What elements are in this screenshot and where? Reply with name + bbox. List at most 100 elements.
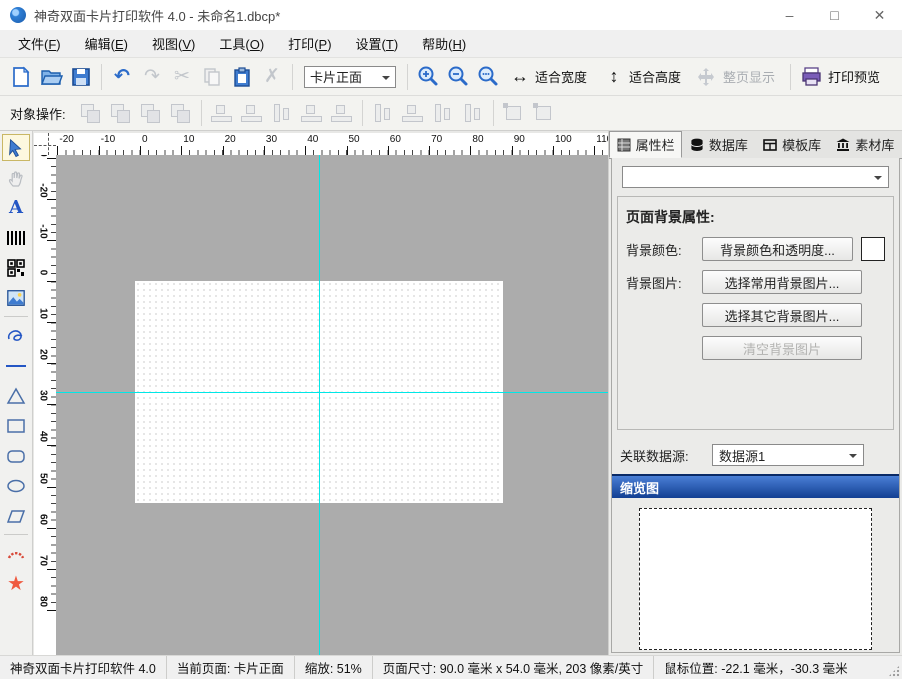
ruler-label: 50 bbox=[38, 467, 49, 489]
new-file-button[interactable] bbox=[6, 62, 36, 92]
distribute-icon bbox=[460, 101, 486, 125]
ruler-label: 80 bbox=[38, 590, 49, 612]
triangle-tool[interactable] bbox=[2, 382, 30, 409]
datasource-value: 数据源1 bbox=[719, 446, 765, 465]
tab-properties[interactable]: 属性栏 bbox=[609, 131, 682, 158]
ruler-label: 10 bbox=[183, 134, 194, 145]
ruler-label: 100 bbox=[555, 134, 572, 145]
menu-item[interactable]: 编辑(E) bbox=[73, 30, 140, 57]
status-segment: 鼠标位置: -22.1 毫米，-30.3 毫米 bbox=[654, 656, 857, 679]
title-bar: 神奇双面卡片打印软件 4.0 - 未命名1.dbcp* – □ ✕ bbox=[0, 0, 902, 30]
toolbar-separator bbox=[101, 64, 102, 90]
page-selector[interactable]: 卡片正面 bbox=[304, 66, 396, 88]
parallelogram-tool[interactable] bbox=[2, 502, 30, 529]
ruler-label: 60 bbox=[390, 134, 401, 145]
ruler-label: 60 bbox=[38, 508, 49, 530]
background-image-label: 背景图片: bbox=[626, 273, 702, 292]
text-tool[interactable]: A bbox=[2, 194, 30, 221]
same-height-icon bbox=[400, 101, 426, 125]
properties-panel: 页面背景属性: 背景颜色: 背景颜色和透明度... 背景图片: 选择常用背景图片… bbox=[611, 158, 900, 653]
minimize-button[interactable]: – bbox=[767, 0, 812, 30]
tab-templates[interactable]: 模板库 bbox=[756, 131, 829, 158]
background-color-row: 背景颜色: 背景颜色和透明度... bbox=[626, 237, 885, 261]
qrcode-tool[interactable] bbox=[2, 254, 30, 281]
maximize-button[interactable]: □ bbox=[812, 0, 857, 30]
menu-item[interactable]: 打印(P) bbox=[276, 30, 343, 57]
vertical-center-guide bbox=[319, 155, 320, 655]
select-tool[interactable] bbox=[2, 134, 30, 161]
star-tool[interactable]: ★ bbox=[2, 570, 30, 597]
undo-button[interactable]: ↶ bbox=[107, 62, 137, 92]
select-common-bg-button[interactable]: 选择常用背景图片... bbox=[702, 270, 862, 294]
fit-width-label[interactable]: 适合宽度 bbox=[535, 67, 587, 86]
undo-icon: ↶ bbox=[114, 67, 130, 86]
toolbar-separator bbox=[790, 64, 791, 90]
background-color-button[interactable]: 背景颜色和透明度... bbox=[702, 237, 853, 261]
fit-height-icon: ↕ bbox=[610, 66, 619, 87]
print-preview-label[interactable]: 打印预览 bbox=[828, 67, 880, 86]
ruler-tick bbox=[429, 146, 430, 155]
zoom-out-button[interactable] bbox=[443, 62, 473, 92]
same-size-icon bbox=[430, 101, 456, 125]
workspace: A bbox=[0, 131, 902, 655]
paste-button[interactable] bbox=[227, 62, 257, 92]
tab-materials[interactable]: 素材库 bbox=[829, 131, 902, 158]
tool-palette: A bbox=[0, 131, 33, 655]
ruler-label: 30 bbox=[266, 134, 277, 145]
clear-bg-row: 清空背景图片 bbox=[626, 336, 885, 360]
ellipse-tool[interactable] bbox=[2, 472, 30, 499]
fit-width-button[interactable]: ↔ bbox=[503, 62, 533, 92]
group-icon bbox=[501, 101, 527, 125]
clear-bg-button: 清空背景图片 bbox=[702, 336, 862, 360]
ruler-label: 10 bbox=[38, 303, 49, 325]
fit-height-button[interactable]: ↕ bbox=[597, 62, 627, 92]
menu-item[interactable]: 工具(O) bbox=[207, 30, 276, 57]
bg-color-swatch[interactable] bbox=[861, 237, 885, 261]
toolbar-separator bbox=[201, 100, 202, 126]
curve-tool[interactable] bbox=[2, 322, 30, 349]
window-controls: – □ ✕ bbox=[767, 0, 902, 30]
object-toolbar-label: 对象操作: bbox=[10, 104, 66, 123]
stamp-tool[interactable] bbox=[2, 540, 30, 567]
ruler-label: 30 bbox=[38, 385, 49, 407]
main-toolbar: ↶ ↷ ✂ ✗ 卡片正面 ↔ 适合宽度 ↕ 适合高度 整页显示 bbox=[0, 58, 902, 96]
ruler-tick bbox=[388, 146, 389, 155]
page-background-section: 页面背景属性: 背景颜色: 背景颜色和透明度... 背景图片: 选择常用背景图片… bbox=[617, 196, 894, 430]
datasource-selector[interactable]: 数据源1 bbox=[712, 444, 864, 466]
full-page-button bbox=[691, 62, 721, 92]
paste-icon bbox=[231, 66, 253, 88]
image-tool[interactable] bbox=[2, 284, 30, 311]
close-button[interactable]: ✕ bbox=[857, 0, 902, 30]
qrcode-icon bbox=[7, 259, 25, 277]
zoom-actual-size-button[interactable] bbox=[473, 62, 503, 92]
fit-height-label[interactable]: 适合高度 bbox=[629, 67, 681, 86]
design-canvas[interactable] bbox=[56, 155, 608, 655]
toolbar-separator bbox=[292, 64, 293, 90]
barcode-tool[interactable] bbox=[2, 224, 30, 251]
bring-forward-icon bbox=[138, 101, 164, 125]
rounded-rectangle-tool[interactable] bbox=[2, 442, 30, 469]
open-file-button[interactable] bbox=[36, 62, 66, 92]
menu-item[interactable]: 设置(T) bbox=[344, 30, 411, 57]
menu-item[interactable]: 文件(F) bbox=[6, 30, 73, 57]
save-button[interactable] bbox=[66, 62, 96, 92]
zoom-in-button[interactable] bbox=[413, 62, 443, 92]
line-tool[interactable] bbox=[2, 352, 30, 379]
right-panel: 属性栏 数据库 模板库 素材库 bbox=[608, 131, 902, 655]
window-title: 神奇双面卡片打印软件 4.0 - 未命名1.dbcp* bbox=[34, 6, 280, 25]
rectangle-tool[interactable] bbox=[2, 412, 30, 439]
menu-item[interactable]: 帮助(H) bbox=[410, 30, 478, 57]
print-preview-button[interactable] bbox=[796, 62, 826, 92]
tab-database[interactable]: 数据库 bbox=[682, 131, 755, 158]
object-selector[interactable] bbox=[622, 166, 889, 188]
status-segment: 当前页面: 卡片正面 bbox=[167, 656, 295, 679]
full-page-label: 整页显示 bbox=[723, 67, 775, 86]
menu-item[interactable]: 视图(V) bbox=[140, 30, 207, 57]
rounded-rectangle-icon bbox=[6, 446, 26, 466]
select-other-bg-button[interactable]: 选择其它背景图片... bbox=[702, 303, 862, 327]
page-selector-value: 卡片正面 bbox=[310, 67, 362, 86]
ruler-label: -20 bbox=[59, 134, 73, 145]
ruler-origin-corner bbox=[34, 133, 56, 155]
status-bar: 神奇双面卡片打印软件 4.0当前页面: 卡片正面缩放: 51%页面尺寸: 90.… bbox=[0, 655, 902, 679]
star-icon: ★ bbox=[7, 574, 25, 594]
